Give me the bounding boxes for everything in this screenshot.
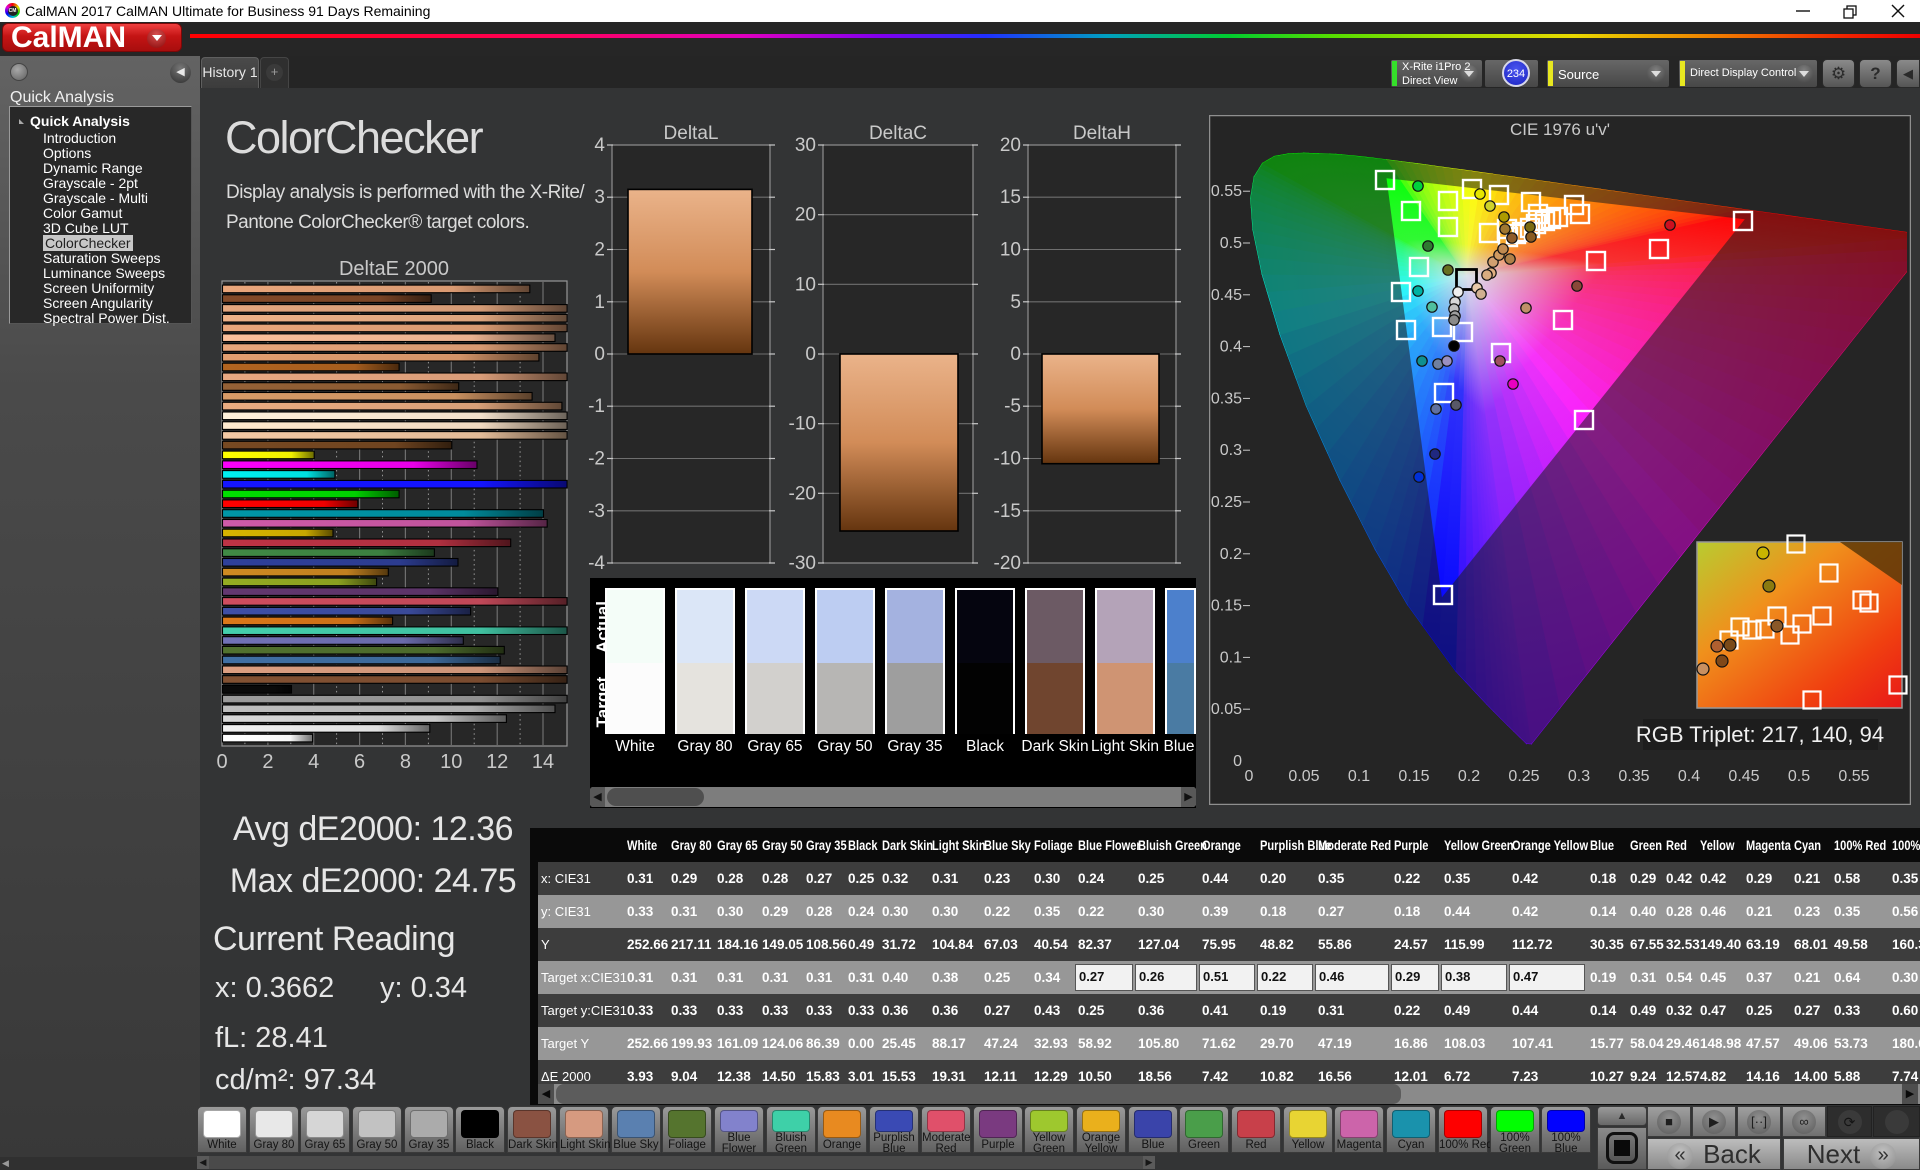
svg-text:0.15: 0.15 <box>1211 598 1242 615</box>
svg-text:0.5: 0.5 <box>1220 235 1242 252</box>
svg-text:0.15: 0.15 <box>1398 768 1429 785</box>
svg-text:-5: -5 <box>1004 396 1021 417</box>
svg-text:DeltaC: DeltaC <box>869 123 927 144</box>
svg-text:-1: -1 <box>588 396 605 417</box>
svg-text:0.05: 0.05 <box>1288 768 1319 785</box>
svg-text:4: 4 <box>594 135 605 156</box>
svg-text:-20: -20 <box>789 483 816 504</box>
svg-text:0: 0 <box>594 344 605 365</box>
svg-text:0: 0 <box>805 344 816 365</box>
svg-text:0.25: 0.25 <box>1508 768 1539 785</box>
svg-text:12: 12 <box>486 751 508 773</box>
svg-text:0.55: 0.55 <box>1211 183 1242 200</box>
svg-text:-30: -30 <box>789 553 816 574</box>
svg-text:10: 10 <box>440 751 462 773</box>
svg-text:0.45: 0.45 <box>1211 287 1242 304</box>
svg-text:-2: -2 <box>588 449 605 470</box>
svg-text:-15: -15 <box>994 501 1021 522</box>
svg-text:0.35: 0.35 <box>1618 768 1649 785</box>
svg-text:8: 8 <box>400 751 411 773</box>
svg-text:-10: -10 <box>789 414 816 435</box>
svg-text:0.55: 0.55 <box>1838 768 1869 785</box>
svg-text:1: 1 <box>594 292 605 313</box>
svg-text:0.4: 0.4 <box>1678 768 1700 785</box>
svg-text:0.4: 0.4 <box>1220 339 1242 356</box>
svg-text:15: 15 <box>1000 187 1021 208</box>
svg-text:-20: -20 <box>994 553 1021 574</box>
svg-text:20: 20 <box>795 205 816 226</box>
svg-text:-10: -10 <box>994 449 1021 470</box>
svg-text:0.05: 0.05 <box>1211 701 1242 718</box>
svg-text:3: 3 <box>594 187 605 208</box>
svg-text:0.25: 0.25 <box>1211 494 1242 511</box>
svg-text:20: 20 <box>1000 135 1021 156</box>
svg-text:0: 0 <box>216 751 227 773</box>
svg-text:10: 10 <box>795 274 816 295</box>
svg-text:10: 10 <box>1000 240 1021 261</box>
svg-text:0: 0 <box>1245 768 1254 785</box>
svg-text:-3: -3 <box>588 501 605 522</box>
svg-text:0: 0 <box>1233 753 1242 770</box>
svg-text:0: 0 <box>1010 344 1021 365</box>
svg-text:-4: -4 <box>588 553 605 574</box>
svg-text:0.45: 0.45 <box>1728 768 1759 785</box>
svg-text:2: 2 <box>594 240 605 261</box>
svg-text:RGB Triplet: 217, 140, 94: RGB Triplet: 217, 140, 94 <box>1636 722 1884 747</box>
svg-text:0.2: 0.2 <box>1458 768 1480 785</box>
svg-text:DeltaH: DeltaH <box>1073 123 1131 144</box>
svg-text:0.1: 0.1 <box>1348 768 1370 785</box>
svg-text:5: 5 <box>1010 292 1021 313</box>
svg-text:6: 6 <box>354 751 365 773</box>
svg-text:14: 14 <box>532 751 554 773</box>
svg-text:0.3: 0.3 <box>1220 442 1242 459</box>
svg-text:0.1: 0.1 <box>1220 649 1242 666</box>
svg-text:0.35: 0.35 <box>1211 390 1242 407</box>
svg-text:DeltaE 2000: DeltaE 2000 <box>339 258 449 280</box>
svg-text:0.3: 0.3 <box>1568 768 1590 785</box>
svg-text:DeltaL: DeltaL <box>664 123 719 144</box>
svg-text:2: 2 <box>262 751 273 773</box>
svg-text:CIE 1976 u'v': CIE 1976 u'v' <box>1510 120 1610 139</box>
svg-text:30: 30 <box>795 135 816 156</box>
svg-text:0.5: 0.5 <box>1788 768 1810 785</box>
svg-text:0.2: 0.2 <box>1220 546 1242 563</box>
svg-text:4: 4 <box>308 751 319 773</box>
